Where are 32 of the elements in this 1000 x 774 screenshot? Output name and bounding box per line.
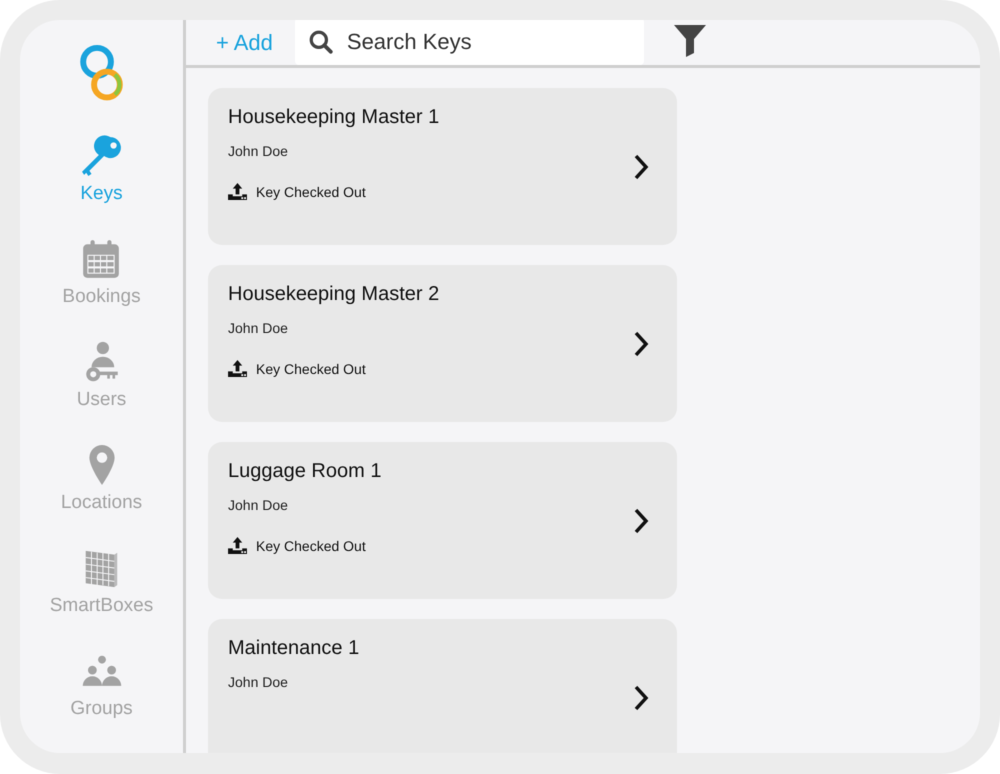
nav-item[interactable]: Groups: [70, 650, 133, 753]
nav-item[interactable]: Keys: [80, 135, 123, 238]
key-icon: [80, 135, 122, 178]
nav-item[interactable]: Users: [76, 341, 126, 444]
add-button[interactable]: + Add: [216, 30, 273, 56]
key-title: Maintenance 1: [228, 637, 360, 660]
nav-item[interactable]: Bookings: [62, 238, 141, 342]
nav-item[interactable]: Locations: [60, 444, 142, 548]
nav-item[interactable]: SmartBoxes: [50, 547, 154, 650]
key-status: Key Checked Out: [256, 538, 366, 554]
key-holder: John Doe: [228, 497, 289, 513]
chevron-right-icon: [633, 508, 649, 534]
key-card[interactable]: Housekeeping Master 1 John Doe Key Checked Out: [208, 88, 677, 245]
key-card[interactable]: Maintenance 1 John Doe: [208, 619, 677, 753]
chevron-right-icon: [633, 331, 649, 357]
chevron-right-icon: [633, 685, 649, 711]
upload-tray-icon: [228, 537, 247, 554]
key-title: Housekeeping Master 2: [228, 283, 440, 306]
key-title: Luggage Room 1: [228, 460, 382, 483]
key-card[interactable]: Luggage Room 1 John Doe Key Checked Out: [208, 442, 677, 599]
key-holder: John Doe: [228, 143, 289, 159]
filter-icon[interactable]: [672, 22, 707, 56]
upload-tray-icon: [228, 183, 247, 200]
key-holder: John Doe: [228, 674, 289, 690]
search-field[interactable]: Search Keys: [294, 20, 644, 65]
key-status: Key Checked Out: [256, 184, 366, 200]
key-holder: John Doe: [228, 320, 289, 336]
chevron-right-icon: [633, 154, 649, 180]
key-title: Housekeeping Master 1: [228, 106, 440, 129]
upload-tray-icon: [228, 360, 247, 377]
key-status: Key Checked Out: [256, 360, 366, 376]
key-card[interactable]: Housekeeping Master 2 John Doe Key Checked Out: [208, 265, 677, 422]
